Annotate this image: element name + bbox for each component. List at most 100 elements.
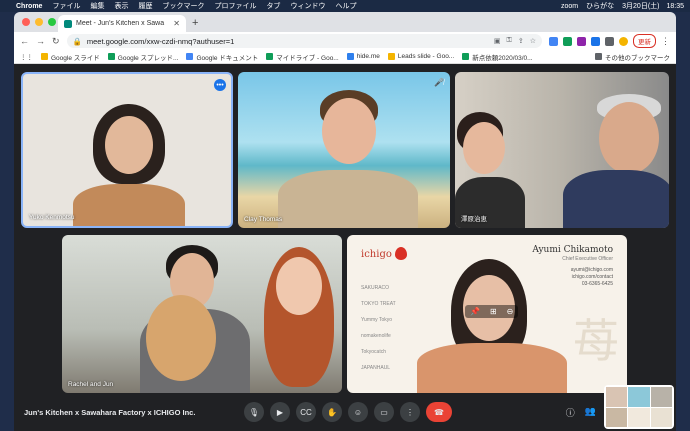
present-button[interactable]: ▭ <box>374 402 394 422</box>
address-bar[interactable]: 🔒 meet.google.com/xxw-czdi-nmq?authuser=… <box>66 34 542 48</box>
info-icon[interactable]: ⓘ <box>566 406 575 419</box>
zoom-status[interactable]: zoom <box>561 3 578 10</box>
other-bookmarks[interactable]: その他のブックマーク <box>595 52 670 62</box>
menu-help[interactable]: ヘルプ <box>335 1 356 11</box>
ime-status[interactable]: ひらがな <box>586 1 614 11</box>
participant-name: Yuko Kenmotsu <box>29 214 75 221</box>
tab-close-icon[interactable]: ✕ <box>173 19 180 28</box>
emoji-button[interactable]: ☺ <box>348 402 368 422</box>
raise-hand-button[interactable]: ✋ <box>322 402 342 422</box>
brand-item: Yummy Tokyo <box>361 317 393 323</box>
participant-name: 澤原治恵 <box>461 216 487 223</box>
bookmark-sheets[interactable]: Google スプレッド... <box>107 52 178 62</box>
participant-name: Clay Thomas <box>244 216 283 223</box>
bookmark-drive[interactable]: マイドライブ - Goo... <box>266 52 339 62</box>
card-web: ichigo.com/contact <box>571 274 613 280</box>
card-role: Chief Executive Officer <box>562 256 613 262</box>
bookmark-slides[interactable]: Google スライド <box>41 52 100 62</box>
address-bar-icons: ▣ ⚿ ⇪ ☆ <box>494 37 536 45</box>
more-vert-icon[interactable]: ⋮ <box>661 36 670 47</box>
meet-stage: ••• Yuko Kenmotsu 🎤̸ Clay Thomas 澤原治恵 Ra… <box>14 64 676 431</box>
pip-thumb <box>628 407 650 427</box>
bookmark-docs[interactable]: Google ドキュメント <box>186 52 258 62</box>
menu-view[interactable]: 表示 <box>114 1 128 11</box>
menubar-clock[interactable]: 3月20日(土) 18:35 <box>622 1 684 11</box>
apps-icon[interactable]: ⋮⋮ <box>20 53 33 61</box>
back-icon[interactable]: ← <box>20 36 29 46</box>
remove-icon[interactable]: ⊖ <box>507 307 514 316</box>
menubar-app-name[interactable]: Chrome <box>16 3 42 10</box>
brand-item: JAPANHAUL <box>361 365 391 371</box>
people-icon[interactable]: 👥 <box>585 406 596 419</box>
extension-icon[interactable] <box>591 36 600 46</box>
participant-name: Rachel and Jun <box>68 381 114 388</box>
drive-icon <box>266 53 274 60</box>
brand-item: nomakenolife <box>361 333 391 339</box>
more-options-button[interactable]: ⋮ <box>400 402 420 422</box>
avatar[interactable] <box>619 36 628 46</box>
key-icon[interactable]: ⚿ <box>507 37 512 45</box>
camera-permission-icon[interactable]: ▣ <box>494 37 501 45</box>
bookmark-hideme[interactable]: hide.me <box>346 53 380 60</box>
participant-tile-rachel-jun[interactable]: Rachel and Jun <box>62 235 342 393</box>
participant-tile-yuko[interactable]: ••• Yuko Kenmotsu <box>21 72 233 228</box>
extension-icon[interactable] <box>549 36 558 46</box>
share-icon[interactable]: ⇪ <box>518 37 524 45</box>
card-phone: 03-6365-6425 <box>581 281 613 287</box>
card-contact: ayumi@ichigo.com ichigo.com/contact 03-6… <box>571 267 613 288</box>
fullscreen-window-button[interactable] <box>48 18 56 26</box>
menubar-status-area: zoom ひらがな 3月20日(土) 18:35 <box>561 1 684 11</box>
meet-bottom-bar: Jun's Kitchen x Sawahara Factory x ICHIG… <box>14 393 676 431</box>
hangup-button[interactable]: ☎ <box>426 402 452 422</box>
hideme-icon <box>346 53 354 60</box>
menu-file[interactable]: ファイル <box>52 1 80 11</box>
browser-toolbar: ← → ↻ 🔒 meet.google.com/xxw-czdi-nmq?aut… <box>14 32 676 50</box>
close-window-button[interactable] <box>22 18 30 26</box>
menu-bookmarks[interactable]: ブックマーク <box>162 1 204 11</box>
extension-icon[interactable] <box>563 36 572 46</box>
new-tab-button[interactable]: + <box>192 17 198 29</box>
slides-icon <box>387 53 395 60</box>
participant-tile-clay[interactable]: 🎤̸ Clay Thomas <box>238 72 450 228</box>
bookmark-leads-slide[interactable]: Leads slide - Goo... <box>387 53 454 60</box>
menu-profile[interactable]: プロファイル <box>214 1 256 11</box>
menu-edit[interactable]: 編集 <box>90 1 104 11</box>
participant-tile-sawahara[interactable]: 澤原治恵 <box>455 72 669 228</box>
puzzle-icon[interactable] <box>605 36 614 46</box>
brand-item: Tokyocatch <box>361 349 387 355</box>
captions-button[interactable]: CC <box>296 402 316 422</box>
docs-icon <box>186 53 194 60</box>
tab-title: Meet - Jun's Kitchen x Sawa <box>76 20 165 27</box>
bookmarks-bar: ⋮⋮ Google スライド Google スプレッド... Google ドキ… <box>14 50 676 64</box>
menu-history[interactable]: 履歴 <box>138 1 152 11</box>
muted-icon: 🎤̸ <box>434 78 444 87</box>
forward-icon[interactable]: → <box>36 36 45 46</box>
menu-window[interactable]: ウィンドウ <box>290 1 325 11</box>
brand-item: SAKURACO <box>361 285 390 291</box>
pin-icon[interactable]: 📌 <box>470 307 480 316</box>
frame-icon[interactable]: ⊞ <box>490 307 497 316</box>
extension-icon[interactable] <box>577 36 586 46</box>
traffic-lights <box>22 18 56 26</box>
mic-button[interactable]: 🎙 <box>244 402 264 422</box>
self-view-pip[interactable] <box>604 385 674 429</box>
bookmark-sheet-2020[interactable]: 新点依頼2020/03/0... <box>462 52 533 62</box>
meet-side-controls: ⓘ 👥 <box>566 406 596 419</box>
camera-button[interactable]: ▶ <box>270 402 290 422</box>
browser-tab[interactable]: Meet - Jun's Kitchen x Sawa ✕ <box>58 15 186 32</box>
card-brush-calligraphy: 苺 <box>573 314 619 368</box>
browser-window: Meet - Jun's Kitchen x Sawa ✕ + ← → ↻ 🔒 … <box>14 12 676 64</box>
pip-thumb <box>628 387 650 407</box>
menu-tab[interactable]: タブ <box>266 1 280 11</box>
pip-thumb <box>650 407 672 427</box>
meeting-title: Jun's Kitchen x Sawahara Factory x ICHIG… <box>24 407 196 417</box>
pip-thumb <box>650 387 672 407</box>
star-icon[interactable]: ☆ <box>530 37 536 45</box>
reload-icon[interactable]: ↻ <box>52 36 60 47</box>
participant-tile-ayumi[interactable]: ichigo Ayumi Chikamoto Chief Executive O… <box>347 235 627 393</box>
tile-more-options-icon[interactable]: ••• <box>214 79 226 91</box>
minimize-window-button[interactable] <box>35 18 43 26</box>
strawberry-icon <box>395 247 407 260</box>
update-button[interactable]: 更新 <box>633 34 656 48</box>
meet-favicon-icon <box>64 19 72 28</box>
